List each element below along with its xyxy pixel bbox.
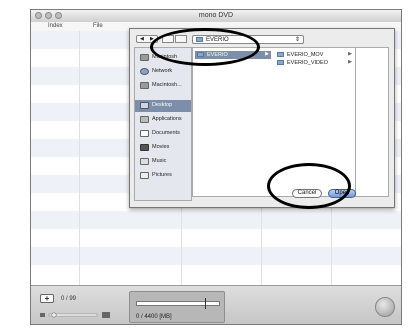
sidebar-item-label: Macintosh... [152, 82, 182, 88]
music-icon [140, 158, 149, 165]
zoom-slider[interactable] [40, 312, 110, 318]
slider-knob [51, 312, 57, 318]
sidebar-item-pictures[interactable]: Pictures [135, 170, 191, 182]
sidebar-item-label: Music [152, 158, 167, 164]
list-row[interactable] [31, 265, 401, 283]
chevron-right-icon: ▶ [348, 51, 352, 57]
sidebar-item-movies[interactable]: Movies [135, 142, 191, 154]
documents-icon [140, 130, 149, 137]
hard-drive-icon [140, 54, 149, 61]
column-divider [79, 31, 80, 285]
sidebar-item-macintosh-2[interactable]: Macintosh... [135, 80, 191, 92]
capacity-text: 0 / 4400 [MB] [136, 314, 172, 320]
capacity-bar [136, 301, 220, 306]
pictures-icon [140, 172, 149, 179]
sidebar-item-applications[interactable]: Applications [135, 114, 191, 126]
capacity-limit-marker [205, 298, 206, 309]
sidebar-item-label: Movies [152, 144, 170, 150]
sidebar-item-label: Pictures [152, 172, 172, 178]
browser-column-1[interactable]: EVERIO ▶ [192, 47, 274, 197]
sidebar-item-label: Applications [152, 116, 182, 122]
large-image-icon [102, 312, 110, 318]
list-row[interactable] [31, 247, 401, 265]
sidebar-item-music[interactable]: Music [135, 156, 191, 168]
sidebar-item-label: Network [152, 68, 173, 74]
sidebar-item-label: Desktop [152, 102, 173, 108]
highlight-ellipse [150, 28, 260, 66]
add-button[interactable]: + [40, 294, 54, 303]
window-title: mono DVD [198, 12, 234, 19]
folder-label: EVERIO_MOV [287, 52, 324, 58]
list-item[interactable]: EVERIO_VIDEO ▶ [275, 59, 354, 67]
back-arrow-icon[interactable]: ◀ [140, 36, 144, 42]
desktop-icon [140, 102, 149, 109]
sidebar-item-desktop[interactable]: Desktop [135, 100, 191, 112]
sidebar-item-documents[interactable]: Documents [135, 128, 191, 140]
popup-arrows-icon: ⇕ [294, 37, 300, 43]
chevron-right-icon: ▶ [348, 59, 352, 65]
list-row[interactable] [31, 211, 401, 229]
list-item[interactable]: EVERIO_MOV ▶ [275, 51, 354, 59]
network-icon [140, 68, 149, 75]
track-count: 0 / 99 [61, 296, 77, 302]
small-image-icon [40, 313, 45, 317]
chevron-right-icon: ▶ [265, 51, 269, 57]
folder-icon [277, 52, 284, 57]
sidebar: Macintosh Network Macintosh... Desktop A… [134, 47, 192, 201]
column-index-header[interactable]: Index [48, 23, 63, 29]
bottom-toolbar: + 0 / 99 0 / 4400 [MB] [31, 285, 401, 324]
sidebar-item-label: Documents [152, 130, 180, 136]
column-file-header[interactable]: File [93, 23, 103, 29]
folder-icon [277, 60, 284, 65]
highlight-ellipse [267, 163, 351, 209]
movies-icon [140, 144, 149, 151]
applications-icon [140, 116, 149, 123]
folder-label: EVERIO_VIDEO [287, 60, 328, 66]
burn-button[interactable] [375, 297, 395, 317]
browser-column-3[interactable] [355, 47, 389, 197]
sidebar-item-network[interactable]: Network [135, 66, 191, 78]
hard-drive-icon [140, 82, 149, 89]
capacity-panel: 0 / 4400 [MB] [129, 291, 225, 323]
list-row[interactable] [31, 229, 401, 247]
